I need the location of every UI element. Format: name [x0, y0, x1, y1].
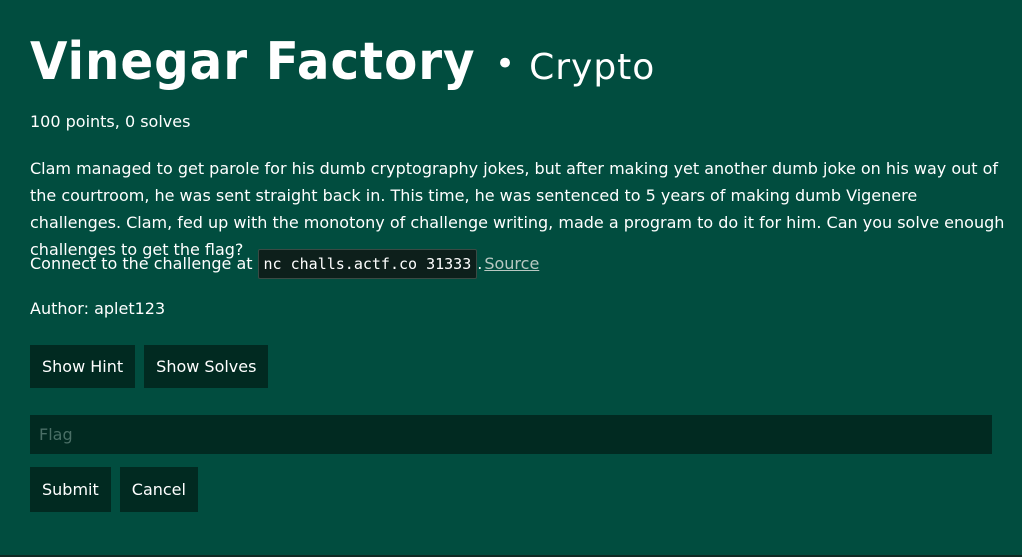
challenge-author: Author: aplet123 [30, 299, 166, 318]
show-hint-button[interactable]: Show Hint [30, 345, 136, 388]
connect-line: Connect to the challenge at nc challs.ac… [30, 249, 539, 279]
show-solves-button[interactable]: Show Solves [144, 345, 269, 388]
source-link[interactable]: Source [484, 249, 539, 279]
connect-command: nc challs.actf.co 31333 [257, 249, 478, 279]
connect-prefix: Connect to the challenge at [30, 254, 253, 273]
cancel-button[interactable]: Cancel [119, 467, 198, 512]
title-separator: • [495, 44, 516, 84]
submit-button[interactable]: Submit [30, 467, 111, 512]
challenge-category: Crypto [529, 47, 656, 88]
flag-input[interactable] [30, 415, 992, 454]
points-solves: 100 points, 0 solves [30, 112, 191, 131]
challenge-page: Vinegar Factory • Crypto 100 points, 0 s… [0, 0, 1022, 557]
title-row: Vinegar Factory • Crypto [30, 30, 655, 100]
challenge-title: Vinegar Factory [30, 32, 476, 92]
submit-cancel-buttons: Submit Cancel [30, 467, 198, 512]
hint-solve-buttons: Show Hint Show Solves [30, 345, 269, 388]
connect-punct: . [477, 254, 483, 273]
challenge-description: Clam managed to get parole for his dumb … [30, 159, 1005, 259]
